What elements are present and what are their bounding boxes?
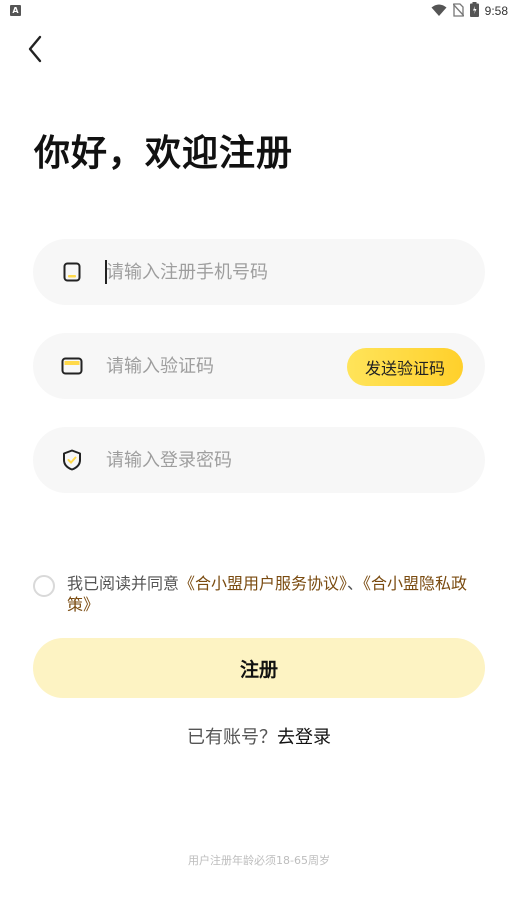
age-notice: 用户注册年龄必须18-65周岁 (188, 854, 330, 867)
envelope-icon (61, 355, 83, 377)
password-input[interactable] (106, 427, 456, 493)
page-title: 你好，欢迎注册 (34, 133, 294, 174)
password-field[interactable] (33, 427, 485, 493)
phone-field[interactable] (33, 239, 485, 305)
agreement-prefix: 我已阅读并同意 (67, 574, 180, 593)
status-indicators: 9:58 (431, 1, 508, 21)
code-field[interactable]: 发送验证码 (33, 333, 485, 399)
service-agreement-link[interactable]: 《合小盟用户服务协议》 (179, 574, 347, 593)
no-sim-icon (452, 2, 465, 21)
login-prompt: 已有账号？ (187, 727, 277, 748)
agreement-separator: 、 (347, 574, 364, 593)
status-bar: A 9:58 (0, 0, 518, 22)
battery-icon (469, 1, 479, 21)
back-arrow-icon (27, 35, 43, 67)
phone-icon (61, 261, 83, 283)
shield-icon (61, 449, 83, 471)
back-button[interactable] (20, 35, 50, 67)
agreement-row: 我已阅读并同意《合小盟用户服务协议》、《合小盟隐私政策》 (33, 573, 488, 615)
agreement-checkbox[interactable] (33, 575, 55, 597)
notification-badge: A (10, 5, 21, 16)
code-input[interactable] (106, 333, 336, 399)
phone-input[interactable] (106, 239, 456, 305)
agreement-text: 我已阅读并同意《合小盟用户服务协议》、《合小盟隐私政策》 (67, 573, 488, 615)
go-login-link[interactable]: 去登录 (277, 727, 331, 748)
text-caret (105, 260, 107, 284)
register-button[interactable]: 注册 (33, 638, 485, 698)
login-row: 已有账号？去登录 (0, 723, 518, 749)
clock: 9:58 (484, 4, 508, 18)
wifi-icon (431, 2, 447, 21)
send-code-button[interactable]: 发送验证码 (347, 348, 463, 386)
